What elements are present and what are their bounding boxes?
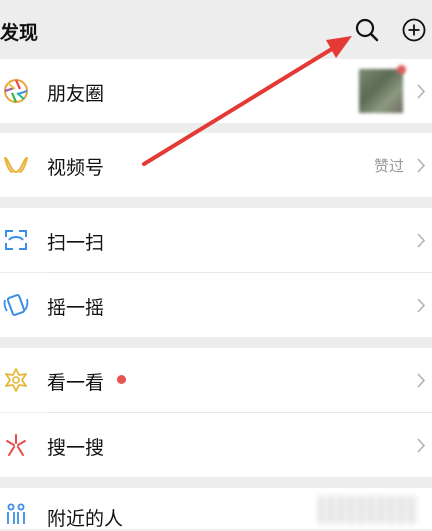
channels-icon [4,157,28,174]
list-item-label: 看一看 [47,372,105,394]
list-item-search[interactable]: 搜一搜 [0,413,432,477]
moments-aperture-icon [4,79,28,103]
list-item-shake[interactable]: 摇一摇 [0,273,432,337]
blurred-watermark [318,496,418,524]
list-item-scan[interactable]: 扫一扫 [0,208,432,272]
search-icon[interactable] [354,17,380,43]
list-item-channels[interactable]: 视频号 赞过 [0,133,432,197]
list-item-label: 附近的人 [47,508,124,530]
list-item-label: 摇一摇 [47,297,105,319]
list-item-label: 扫一扫 [47,232,105,254]
top-bar: 发现 [0,0,432,58]
moments-thumbnail [359,69,403,113]
list-item-label: 视频号 [47,157,105,179]
shake-icon [3,294,29,316]
list-item-people-nearby[interactable]: 附近的人 [0,488,432,530]
notification-dot [117,375,126,384]
chevron-right-icon [417,158,426,173]
search-sparkle-icon [6,434,26,456]
chevron-right-icon [417,373,426,388]
top-stories-icon [5,368,27,392]
chevron-right-icon [417,438,426,453]
plus-circle-icon[interactable] [401,17,427,43]
status-text: 赞过 [373,157,404,175]
chevron-right-icon [417,84,426,99]
list-item-label: 朋友圈 [47,83,105,105]
chevron-right-icon [417,233,426,248]
chevron-right-icon [417,298,426,313]
list-item-label: 搜一搜 [47,437,105,459]
new-post-dot [397,65,406,74]
scan-icon [5,230,27,250]
page-title: 发现 [0,22,39,44]
list-item-top-stories[interactable]: 看一看 [0,348,432,412]
people-nearby-icon [7,503,25,524]
list-item-moments[interactable]: 朋友圈 [0,59,432,123]
